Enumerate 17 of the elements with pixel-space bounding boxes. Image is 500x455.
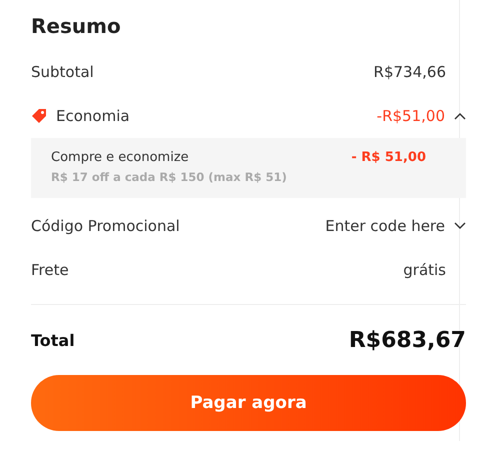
tag-icon (31, 108, 47, 124)
savings-value: -R$51,00 (376, 107, 445, 125)
promo-code-dropdown[interactable]: Enter code here (325, 217, 466, 235)
discount-note: R$ 17 off a cada R$ 150 (max R$ 51) (51, 170, 287, 184)
caret-down-icon[interactable] (454, 222, 466, 230)
subtotal-label: Subtotal (31, 63, 94, 81)
discount-value: - R$ 51,00 (351, 150, 426, 167)
summary-title: Resumo (31, 14, 122, 38)
shipping-label: Frete (31, 261, 69, 279)
total-value: R$683,67 (348, 328, 466, 352)
subtotal-value: R$734,66 (374, 63, 446, 81)
discount-title: Compre e economize (51, 150, 190, 165)
caret-up-icon[interactable] (454, 112, 466, 120)
savings-label: Economia (56, 107, 130, 125)
shipping-value: grátis (403, 261, 446, 279)
total-label: Total (31, 330, 75, 350)
promo-code-label: Código Promocional (31, 217, 180, 235)
